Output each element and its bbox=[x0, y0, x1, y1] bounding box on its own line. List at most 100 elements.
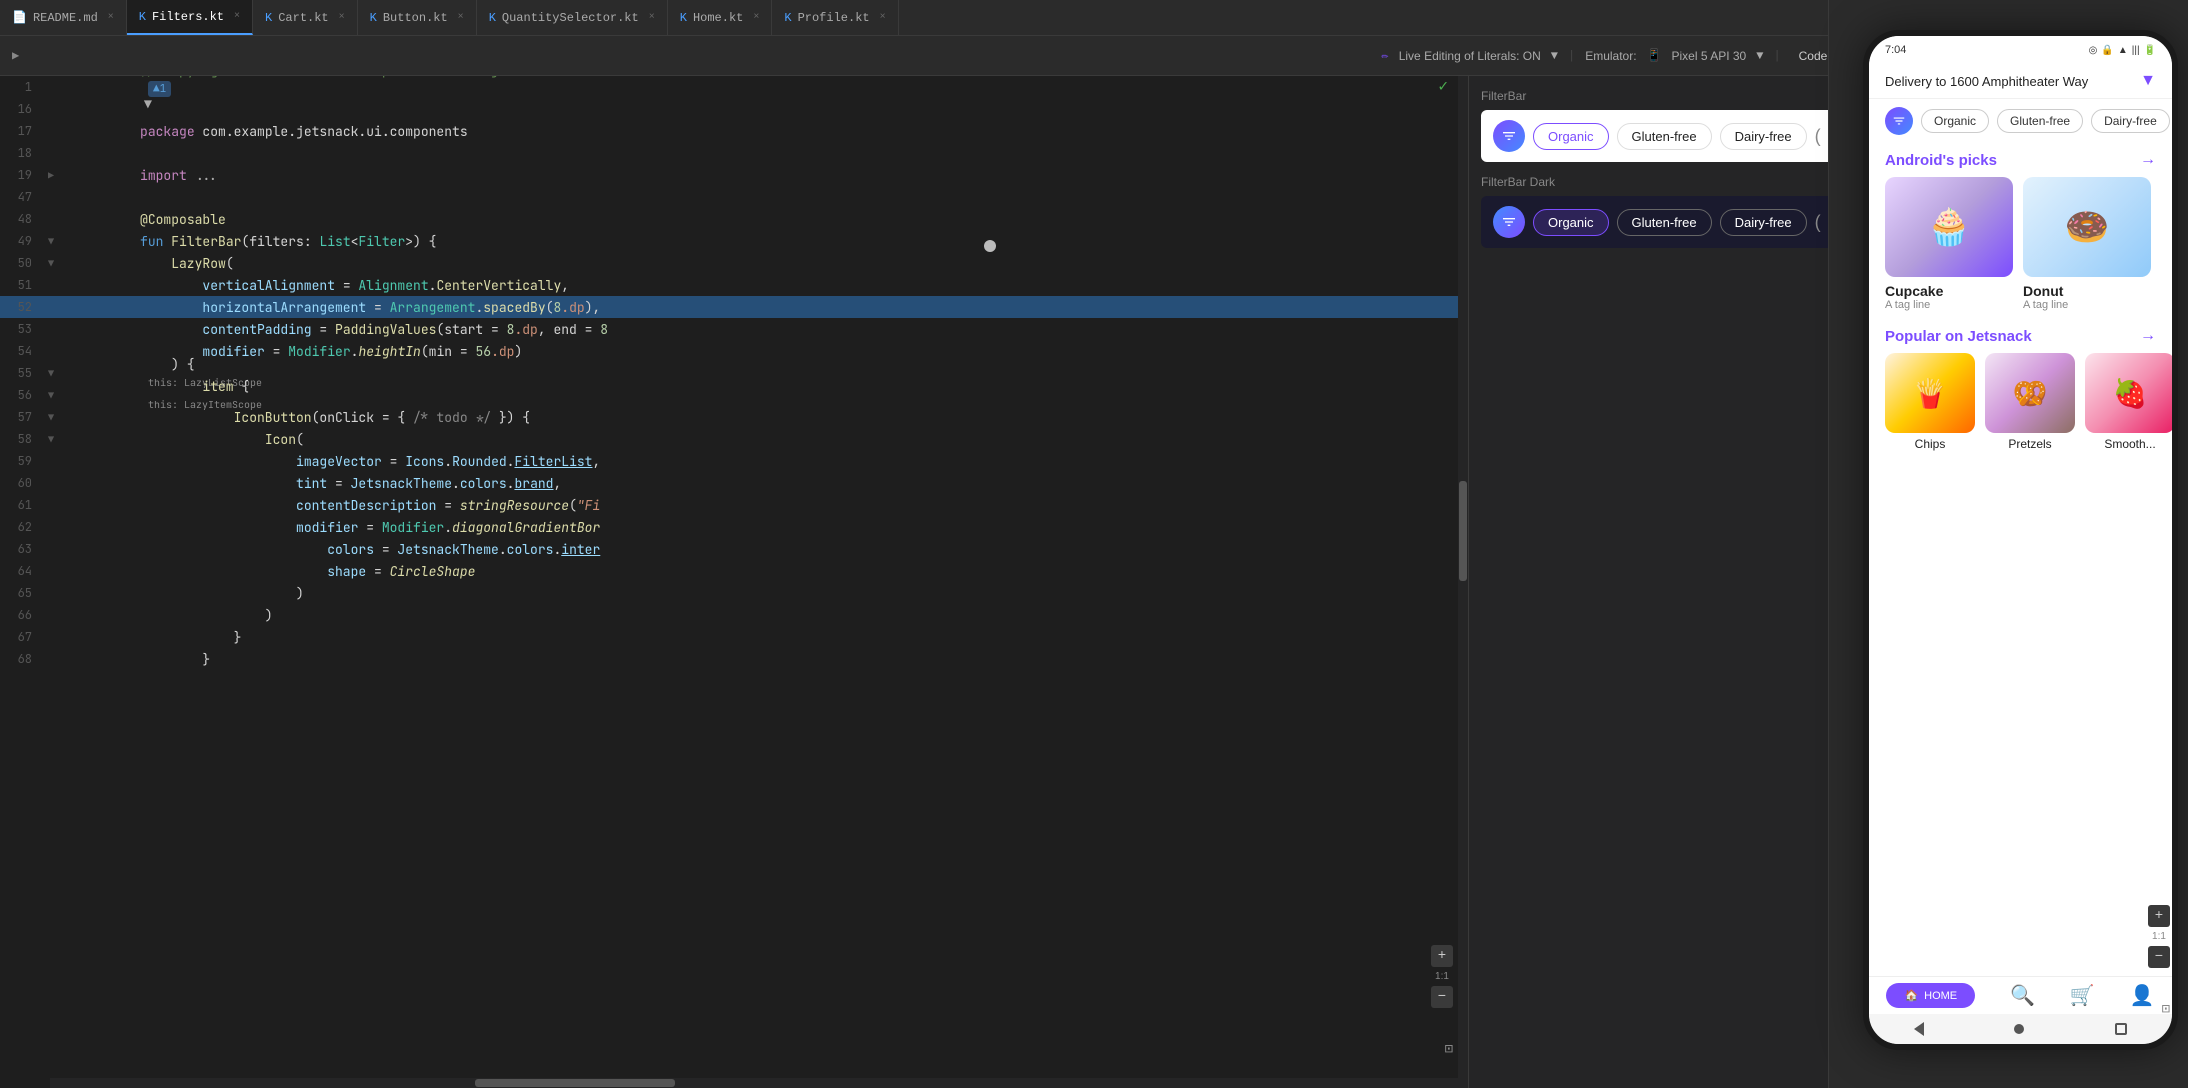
home-nav-icon[interactable] bbox=[2014, 1024, 2024, 1034]
line-number: 47 bbox=[0, 189, 48, 205]
tab-profile[interactable]: K Profile.kt × bbox=[772, 0, 898, 35]
device-dropdown-icon[interactable]: ▼ bbox=[1756, 49, 1763, 63]
close-icon[interactable]: × bbox=[649, 12, 655, 23]
line-number: 66 bbox=[0, 607, 48, 623]
tab-button[interactable]: K Button.kt × bbox=[358, 0, 477, 35]
line-number: 48 bbox=[0, 211, 48, 227]
vertical-scrollbar-thumb[interactable] bbox=[1459, 481, 1467, 581]
filter-list-icon[interactable] bbox=[1493, 120, 1525, 152]
phone-filter-icon[interactable] bbox=[1885, 107, 1913, 135]
home-label: HOME bbox=[1924, 990, 1957, 1002]
donut-card[interactable]: 🍩 Donut A tag line bbox=[2023, 177, 2151, 311]
pretzels-card[interactable]: 🥨 Pretzels bbox=[1985, 353, 2075, 451]
tab-filters[interactable]: K Filters.kt × bbox=[127, 0, 253, 35]
zoom-level: 1:1 bbox=[1435, 971, 1449, 982]
kt-icon: K bbox=[680, 11, 687, 25]
phone-zoom-in[interactable]: + bbox=[2148, 905, 2170, 927]
tab-readme[interactable]: 📄 README.md × bbox=[0, 0, 127, 35]
phone-bottom-nav: 🏠 HOME 🔍 🛒 👤 bbox=[1869, 976, 2172, 1014]
zoom-out-button[interactable]: − bbox=[1431, 986, 1453, 1008]
line-number: 58 bbox=[0, 431, 48, 447]
fold-icon[interactable]: ▶ bbox=[48, 169, 62, 182]
organic-chip-light[interactable]: Organic bbox=[1533, 123, 1609, 150]
line-number: 19 bbox=[0, 167, 48, 183]
section-popular-arrow[interactable]: → bbox=[2140, 327, 2156, 345]
recents-nav-icon[interactable] bbox=[2115, 1023, 2127, 1035]
fold-icon[interactable]: ▼ bbox=[48, 367, 62, 380]
close-icon[interactable]: × bbox=[339, 12, 345, 23]
dairy-free-chip-light[interactable]: Dairy-free bbox=[1720, 123, 1807, 150]
smoothie-card[interactable]: 🍓 Smooth... bbox=[2085, 353, 2172, 451]
more-chips-dark: ( bbox=[1815, 212, 1821, 233]
live-editing-icon: ✏ bbox=[1381, 48, 1388, 63]
back-nav-icon[interactable] bbox=[1914, 1022, 1924, 1036]
line-number: 56 bbox=[0, 387, 48, 403]
close-icon[interactable]: × bbox=[234, 11, 240, 22]
breadcrumb-icon: ▶ bbox=[12, 48, 19, 63]
nav-home[interactable]: 🏠 HOME bbox=[1886, 983, 1975, 1008]
phone-zoom-out[interactable]: − bbox=[2148, 946, 2170, 968]
fold-icon[interactable]: ▼ bbox=[48, 389, 62, 402]
organic-chip-dark[interactable]: Organic bbox=[1533, 209, 1609, 236]
vertical-scrollbar-track[interactable] bbox=[1458, 76, 1468, 1088]
phone-chips-row: Organic Gluten-free Dairy-free ( bbox=[1869, 99, 2172, 143]
close-icon[interactable]: × bbox=[753, 12, 759, 23]
filterbar-light-label: FilterBar bbox=[1481, 89, 1526, 103]
close-icon[interactable]: × bbox=[108, 12, 114, 23]
kt-icon: K bbox=[489, 11, 496, 25]
section-picks-arrow[interactable]: → bbox=[2140, 151, 2156, 169]
tab-cart[interactable]: K Cart.kt × bbox=[253, 0, 358, 35]
nav-cart[interactable]: 🛒 bbox=[2070, 983, 2095, 1008]
line-number: 53 bbox=[0, 321, 48, 337]
gluten-free-chip-dark[interactable]: Gluten-free bbox=[1617, 209, 1712, 236]
phone-column: 7:04 ◎ 🔒 ▲ ||| 🔋 Delivery to 1600 Amphit… bbox=[1828, 76, 2188, 1088]
delivery-header[interactable]: Delivery to 1600 Amphitheater Way ▼ bbox=[1869, 76, 2172, 99]
line-content: } bbox=[62, 634, 1468, 685]
line-number: 16 bbox=[0, 101, 48, 117]
fold-icon[interactable]: ▼ bbox=[48, 411, 62, 424]
gluten-free-chip-light[interactable]: Gluten-free bbox=[1617, 123, 1712, 150]
nav-search[interactable]: 🔍 bbox=[2010, 983, 2035, 1008]
tab-label: README.md bbox=[33, 11, 98, 25]
donut-subtitle: A tag line bbox=[2023, 299, 2151, 311]
section-picks-title: Android's picks bbox=[1885, 152, 1997, 169]
fit-icon[interactable]: ⊡ bbox=[1445, 1041, 1453, 1058]
fold-icon[interactable]: ▼ bbox=[48, 257, 62, 270]
fold-icon[interactable]: ▼ bbox=[48, 433, 62, 446]
toggle-icon[interactable]: ▼ bbox=[1551, 49, 1558, 63]
zoom-in-button[interactable]: + bbox=[1431, 945, 1453, 967]
tab-label: Filters.kt bbox=[152, 10, 224, 24]
close-icon[interactable]: × bbox=[880, 12, 886, 23]
chips-card[interactable]: 🍟 Chips bbox=[1885, 353, 1975, 451]
cupcake-title: Cupcake bbox=[1885, 283, 2013, 299]
phone-organic-chip[interactable]: Organic bbox=[1921, 109, 1989, 133]
delivery-dropdown-icon[interactable]: ▼ bbox=[2140, 76, 2156, 90]
horizontal-scrollbar-track[interactable] bbox=[50, 1078, 1468, 1088]
dairy-free-chip-dark[interactable]: Dairy-free bbox=[1720, 209, 1807, 236]
line-number: 51 bbox=[0, 277, 48, 293]
line-number: 68 bbox=[0, 651, 48, 667]
phone-zoom-controls: + 1:1 − bbox=[2148, 905, 2170, 968]
section-popular-title: Popular on Jetsnack bbox=[1885, 328, 2032, 345]
phone-nav-bar bbox=[1869, 1014, 2172, 1044]
line-number: 62 bbox=[0, 519, 48, 535]
phone-dairy-free-chip[interactable]: Dairy-free bbox=[2091, 109, 2170, 133]
tab-label: Home.kt bbox=[693, 11, 743, 25]
nav-profile[interactable]: 👤 bbox=[2130, 983, 2155, 1008]
donut-title: Donut bbox=[2023, 283, 2151, 299]
filter-list-icon-dark[interactable] bbox=[1493, 206, 1525, 238]
close-icon[interactable]: × bbox=[458, 12, 464, 23]
filterbar-dark-label: FilterBar Dark bbox=[1481, 175, 1555, 189]
phone-fit-icon[interactable]: ⊡ bbox=[2162, 1001, 2170, 1018]
tab-home[interactable]: K Home.kt × bbox=[668, 0, 773, 35]
chips-image: 🍟 bbox=[1885, 353, 1975, 433]
tab-quantity[interactable]: K QuantitySelector.kt × bbox=[477, 0, 668, 35]
cupcake-card[interactable]: 🧁 Cupcake A tag line bbox=[1885, 177, 2013, 311]
readme-icon: 📄 bbox=[12, 10, 27, 25]
donut-graphic: 🍩 bbox=[2023, 177, 2151, 277]
horizontal-scrollbar-thumb[interactable] bbox=[475, 1079, 675, 1087]
phone-gluten-free-chip[interactable]: Gluten-free bbox=[1997, 109, 2083, 133]
line-number: 17 bbox=[0, 123, 48, 139]
fold-icon[interactable]: ▼ bbox=[48, 235, 62, 248]
cupcake-subtitle: A tag line bbox=[1885, 299, 2013, 311]
